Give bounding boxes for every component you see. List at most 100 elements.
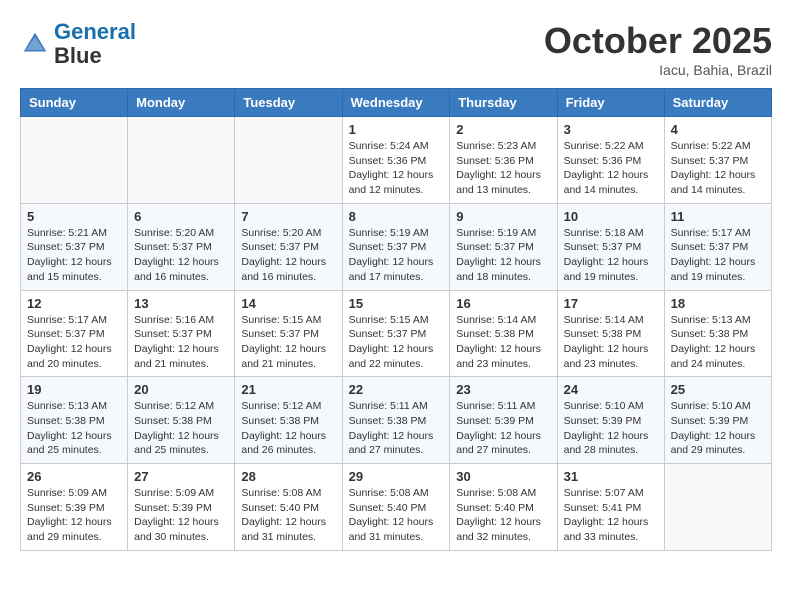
calendar-cell: 19Sunrise: 5:13 AM Sunset: 5:38 PM Dayli… <box>21 377 128 464</box>
day-info: Sunrise: 5:24 AM Sunset: 5:36 PM Dayligh… <box>349 139 444 198</box>
calendar-cell: 14Sunrise: 5:15 AM Sunset: 5:37 PM Dayli… <box>235 290 342 377</box>
calendar-cell: 26 Sunrise: 5:09 AM Sunset: 5:39 PM Dayli… <box>21 464 128 551</box>
day-number: 4 <box>671 122 765 137</box>
calendar-cell: 8Sunrise: 5:19 AM Sunset: 5:37 PM Daylig… <box>342 203 450 290</box>
calendar-cell <box>21 117 128 204</box>
day-number: 10 <box>564 209 658 224</box>
logo-icon <box>20 29 50 59</box>
calendar-cell: 1Sunrise: 5:24 AM Sunset: 5:36 PM Daylig… <box>342 117 450 204</box>
calendar-cell: 17 Sunrise: 5:14 AM Sunset: 5:38 PM Dayli… <box>557 290 664 377</box>
day-header-wednesday: Wednesday <box>342 89 450 117</box>
title-block: October 2025 Iacu, Bahia, Brazil <box>544 20 772 78</box>
day-number: 31 <box>564 469 658 484</box>
calendar-cell: 15 Sunrise: 5:15 AM Sunset: 5:37 PM Dayli… <box>342 290 450 377</box>
calendar-cell: 11 Sunrise: 5:17 AM Sunset: 5:37 PM Dayli… <box>664 203 771 290</box>
calendar-cell: 28 Sunrise: 5:08 AM Sunset: 5:40 PM Dayli… <box>235 464 342 551</box>
day-header-saturday: Saturday <box>664 89 771 117</box>
day-info: Sunrise: 5:10 AM Sunset: 5:39 PM Dayligh… <box>671 399 765 458</box>
location: Iacu, Bahia, Brazil <box>544 62 772 78</box>
day-info: Sunrise: 5:10 AM Sunset: 5:39 PM Dayligh… <box>564 399 658 458</box>
day-number: 25 <box>671 382 765 397</box>
calendar-cell <box>664 464 771 551</box>
calendar-week-row: 1Sunrise: 5:24 AM Sunset: 5:36 PM Daylig… <box>21 117 772 204</box>
day-number: 23 <box>456 382 550 397</box>
calendar-cell: 18Sunrise: 5:13 AM Sunset: 5:38 PM Dayli… <box>664 290 771 377</box>
calendar-cell: 12 Sunrise: 5:17 AM Sunset: 5:37 PM Dayli… <box>21 290 128 377</box>
day-number: 29 <box>349 469 444 484</box>
day-info: Sunrise: 5:17 AM Sunset: 5:37 PM Dayligh… <box>671 226 765 285</box>
calendar-table: SundayMondayTuesdayWednesdayThursdayFrid… <box>20 88 772 551</box>
calendar-cell: 4 Sunrise: 5:22 AM Sunset: 5:37 PM Daylig… <box>664 117 771 204</box>
day-number: 3 <box>564 122 658 137</box>
day-info: Sunrise: 5:09 AM Sunset: 5:39 PM Dayligh… <box>134 486 228 545</box>
calendar-cell: 10 Sunrise: 5:18 AM Sunset: 5:37 PM Dayli… <box>557 203 664 290</box>
day-info: Sunrise: 5:20 AM Sunset: 5:37 PM Dayligh… <box>134 226 228 285</box>
day-header-monday: Monday <box>128 89 235 117</box>
calendar-cell: 2Sunrise: 5:23 AM Sunset: 5:36 PM Daylig… <box>450 117 557 204</box>
calendar-cell: 7 Sunrise: 5:20 AM Sunset: 5:37 PM Daylig… <box>235 203 342 290</box>
day-info: Sunrise: 5:16 AM Sunset: 5:37 PM Dayligh… <box>134 313 228 372</box>
month-title: October 2025 <box>544 20 772 62</box>
day-number: 7 <box>241 209 335 224</box>
logo-text: General Blue <box>54 20 136 68</box>
day-info: Sunrise: 5:17 AM Sunset: 5:37 PM Dayligh… <box>27 313 121 372</box>
calendar-week-row: 19Sunrise: 5:13 AM Sunset: 5:38 PM Dayli… <box>21 377 772 464</box>
day-info: Sunrise: 5:20 AM Sunset: 5:37 PM Dayligh… <box>241 226 335 285</box>
calendar-cell: 30Sunrise: 5:08 AM Sunset: 5:40 PM Dayli… <box>450 464 557 551</box>
calendar-week-row: 12 Sunrise: 5:17 AM Sunset: 5:37 PM Dayli… <box>21 290 772 377</box>
calendar-cell: 22 Sunrise: 5:11 AM Sunset: 5:38 PM Dayli… <box>342 377 450 464</box>
calendar-cell: 9Sunrise: 5:19 AM Sunset: 5:37 PM Daylig… <box>450 203 557 290</box>
day-header-sunday: Sunday <box>21 89 128 117</box>
calendar-cell <box>235 117 342 204</box>
day-number: 17 <box>564 296 658 311</box>
day-info: Sunrise: 5:18 AM Sunset: 5:37 PM Dayligh… <box>564 226 658 285</box>
day-info: Sunrise: 5:13 AM Sunset: 5:38 PM Dayligh… <box>671 313 765 372</box>
day-info: Sunrise: 5:21 AM Sunset: 5:37 PM Dayligh… <box>27 226 121 285</box>
day-info: Sunrise: 5:14 AM Sunset: 5:38 PM Dayligh… <box>564 313 658 372</box>
day-info: Sunrise: 5:09 AM Sunset: 5:39 PM Dayligh… <box>27 486 121 545</box>
day-info: Sunrise: 5:22 AM Sunset: 5:36 PM Dayligh… <box>564 139 658 198</box>
calendar-cell: 29Sunrise: 5:08 AM Sunset: 5:40 PM Dayli… <box>342 464 450 551</box>
day-info: Sunrise: 5:11 AM Sunset: 5:38 PM Dayligh… <box>349 399 444 458</box>
day-number: 5 <box>27 209 121 224</box>
day-number: 8 <box>349 209 444 224</box>
day-number: 27 <box>134 469 228 484</box>
day-header-tuesday: Tuesday <box>235 89 342 117</box>
day-number: 30 <box>456 469 550 484</box>
day-header-thursday: Thursday <box>450 89 557 117</box>
day-number: 16 <box>456 296 550 311</box>
day-info: Sunrise: 5:22 AM Sunset: 5:37 PM Dayligh… <box>671 139 765 198</box>
calendar-week-row: 26 Sunrise: 5:09 AM Sunset: 5:39 PM Dayli… <box>21 464 772 551</box>
day-info: Sunrise: 5:08 AM Sunset: 5:40 PM Dayligh… <box>241 486 335 545</box>
day-number: 15 <box>349 296 444 311</box>
day-number: 28 <box>241 469 335 484</box>
day-info: Sunrise: 5:12 AM Sunset: 5:38 PM Dayligh… <box>241 399 335 458</box>
calendar-cell: 3 Sunrise: 5:22 AM Sunset: 5:36 PM Daylig… <box>557 117 664 204</box>
day-info: Sunrise: 5:12 AM Sunset: 5:38 PM Dayligh… <box>134 399 228 458</box>
page-header: General Blue October 2025 Iacu, Bahia, B… <box>20 20 772 78</box>
day-number: 12 <box>27 296 121 311</box>
calendar-cell: 27 Sunrise: 5:09 AM Sunset: 5:39 PM Dayli… <box>128 464 235 551</box>
day-number: 22 <box>349 382 444 397</box>
day-number: 6 <box>134 209 228 224</box>
calendar-week-row: 5 Sunrise: 5:21 AM Sunset: 5:37 PM Daylig… <box>21 203 772 290</box>
day-number: 11 <box>671 209 765 224</box>
calendar-cell: 16 Sunrise: 5:14 AM Sunset: 5:38 PM Dayli… <box>450 290 557 377</box>
logo: General Blue <box>20 20 136 68</box>
calendar-header-row: SundayMondayTuesdayWednesdayThursdayFrid… <box>21 89 772 117</box>
day-info: Sunrise: 5:14 AM Sunset: 5:38 PM Dayligh… <box>456 313 550 372</box>
day-number: 14 <box>241 296 335 311</box>
day-number: 13 <box>134 296 228 311</box>
calendar-cell: 5 Sunrise: 5:21 AM Sunset: 5:37 PM Daylig… <box>21 203 128 290</box>
day-number: 9 <box>456 209 550 224</box>
day-info: Sunrise: 5:23 AM Sunset: 5:36 PM Dayligh… <box>456 139 550 198</box>
calendar-cell: 25 Sunrise: 5:10 AM Sunset: 5:39 PM Dayli… <box>664 377 771 464</box>
calendar-cell: 20Sunrise: 5:12 AM Sunset: 5:38 PM Dayli… <box>128 377 235 464</box>
calendar-cell: 13 Sunrise: 5:16 AM Sunset: 5:37 PM Dayli… <box>128 290 235 377</box>
day-number: 19 <box>27 382 121 397</box>
calendar-cell: 6 Sunrise: 5:20 AM Sunset: 5:37 PM Daylig… <box>128 203 235 290</box>
calendar-cell <box>128 117 235 204</box>
day-info: Sunrise: 5:15 AM Sunset: 5:37 PM Dayligh… <box>349 313 444 372</box>
day-number: 26 <box>27 469 121 484</box>
day-header-friday: Friday <box>557 89 664 117</box>
